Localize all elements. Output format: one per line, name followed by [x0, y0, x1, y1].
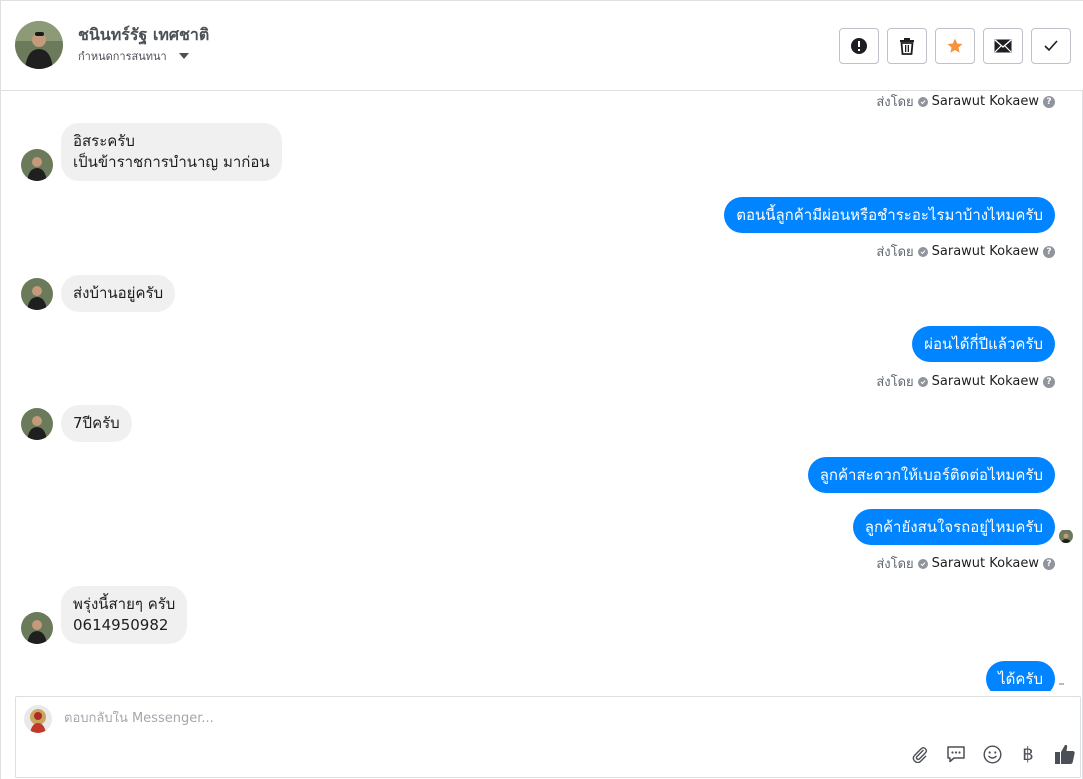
message-bubble[interactable]: พรุ่งนี้สายๆ ครับ 0614950982 — [61, 586, 188, 644]
caret-down-icon — [178, 53, 189, 59]
exclamation-icon — [851, 38, 867, 54]
sent-by-label: ส่งโดย — [876, 245, 914, 260]
contact-avatar[interactable] — [15, 21, 63, 69]
incoming-message: ส่งบ้านอยู่ครับ — [21, 275, 176, 312]
verified-check-icon — [917, 96, 928, 107]
inbox-window: ชนินทร์รัฐ เทศชาติ กำหนดการสนทนา ส่งโดย … — [0, 0, 1083, 779]
help-icon[interactable]: ? — [1043, 375, 1055, 388]
mark-unread-button[interactable] — [983, 28, 1023, 64]
seen-avatar — [1059, 529, 1073, 543]
message-thread[interactable]: ส่งโดย Sarawut Kokaew ? อิสระครับ เป็นข้… — [1, 91, 1083, 691]
conversation-header: ชนินทร์รัฐ เทศชาติ กำหนดการสนทนา — [1, 1, 1083, 91]
contact-avatar-small[interactable] — [21, 407, 53, 440]
scroll-indicator — [1059, 683, 1064, 685]
message-bubble[interactable]: ได้ครับ — [986, 661, 1055, 691]
incoming-message: อิสระครับ เป็นข้าราชการบำนาญ มาก่อน — [21, 123, 282, 181]
reply-input[interactable] — [64, 711, 764, 726]
sent-by-label: ส่งโดย — [876, 557, 914, 572]
outgoing-message: ตอนนี้ลูกค้ามีผ่อนหรือชำระอะไรมาบ้างไหมค… — [724, 197, 1055, 233]
message-bubble[interactable]: 7ปีครับ — [61, 405, 132, 442]
conversation-schedule-dropdown[interactable]: กำหนดการสนทนา — [78, 47, 189, 65]
message-bubble[interactable]: ลูกค้าสะดวกให้เบอร์ติดต่อไหมครับ — [807, 457, 1055, 493]
envelope-icon — [994, 39, 1012, 53]
contact-avatar-small[interactable] — [21, 149, 53, 181]
sent-by-line: ส่งโดย Sarawut Kokaew ? — [876, 91, 1055, 112]
outgoing-message: ได้ครับ — [986, 661, 1055, 691]
thumbs-up-icon — [1055, 744, 1075, 764]
conversation-schedule-label: กำหนดการสนทนา — [78, 50, 167, 63]
verified-check-icon — [917, 246, 928, 257]
sender-name[interactable]: Sarawut Kokaew — [932, 374, 1039, 389]
verified-check-icon — [917, 376, 928, 387]
sent-by-label: ส่งโดย — [876, 375, 914, 390]
sender-name[interactable]: Sarawut Kokaew — [932, 556, 1039, 571]
sent-by-line: ส่งโดย Sarawut Kokaew ? — [876, 241, 1055, 262]
reply-composer: ฿ — [15, 696, 1081, 778]
star-icon — [947, 38, 963, 53]
header-actions — [839, 28, 1071, 64]
trash-icon — [900, 38, 914, 55]
message-bubble[interactable]: ผ่อนได้กี่ปีแล้วครับ — [912, 326, 1055, 362]
contact-avatar-small[interactable] — [21, 612, 53, 644]
outgoing-message: ลูกค้ายังสนใจรถอยู่ไหมครับ — [852, 509, 1055, 545]
saved-replies-button[interactable] — [946, 744, 966, 764]
outgoing-message: ผ่อนได้กี่ปีแล้วครับ — [912, 326, 1055, 362]
sent-by-line: ส่งโดย Sarawut Kokaew ? — [876, 553, 1055, 574]
contact-avatar-small[interactable] — [21, 277, 53, 310]
mark-done-button[interactable] — [1031, 28, 1071, 64]
sent-by-line: ส่งโดย Sarawut Kokaew ? — [876, 371, 1055, 392]
sent-by-label: ส่งโดย — [876, 95, 914, 110]
emoji-button[interactable] — [982, 744, 1002, 764]
message-bubble[interactable]: อิสระครับ เป็นข้าราชการบำนาญ มาก่อน — [61, 123, 282, 181]
star-button[interactable] — [935, 28, 975, 64]
smiley-icon — [982, 744, 1002, 764]
payment-button[interactable]: ฿ — [1018, 743, 1038, 765]
paperclip-icon — [912, 746, 928, 763]
incoming-message: 7ปีครับ — [21, 405, 132, 442]
sender-name[interactable]: Sarawut Kokaew — [932, 94, 1039, 109]
like-button[interactable] — [1054, 743, 1076, 765]
message-bubble[interactable]: ส่งบ้านอยู่ครับ — [61, 275, 176, 312]
help-icon[interactable]: ? — [1043, 95, 1055, 108]
mark-spam-button[interactable] — [839, 28, 879, 64]
page-avatar — [24, 705, 52, 733]
delete-button[interactable] — [887, 28, 927, 64]
incoming-message: พรุ่งนี้สายๆ ครับ 0614950982 — [21, 586, 188, 644]
verified-check-icon — [917, 558, 928, 569]
attach-button[interactable] — [910, 744, 930, 764]
baht-icon: ฿ — [1022, 743, 1034, 765]
sender-name[interactable]: Sarawut Kokaew — [932, 244, 1039, 259]
help-icon[interactable]: ? — [1043, 245, 1055, 258]
contact-name: ชนินทร์รัฐ เทศชาติ — [78, 25, 210, 44]
composer-tools: ฿ — [910, 743, 1076, 765]
help-icon[interactable]: ? — [1043, 557, 1055, 570]
message-bubble[interactable]: ตอนนี้ลูกค้ามีผ่อนหรือชำระอะไรมาบ้างไหมค… — [724, 197, 1055, 233]
speech-bubble-icon — [947, 746, 965, 763]
check-icon — [1044, 40, 1058, 52]
message-bubble[interactable]: ลูกค้ายังสนใจรถอยู่ไหมครับ — [852, 509, 1055, 545]
outgoing-message: ลูกค้าสะดวกให้เบอร์ติดต่อไหมครับ — [807, 457, 1055, 493]
